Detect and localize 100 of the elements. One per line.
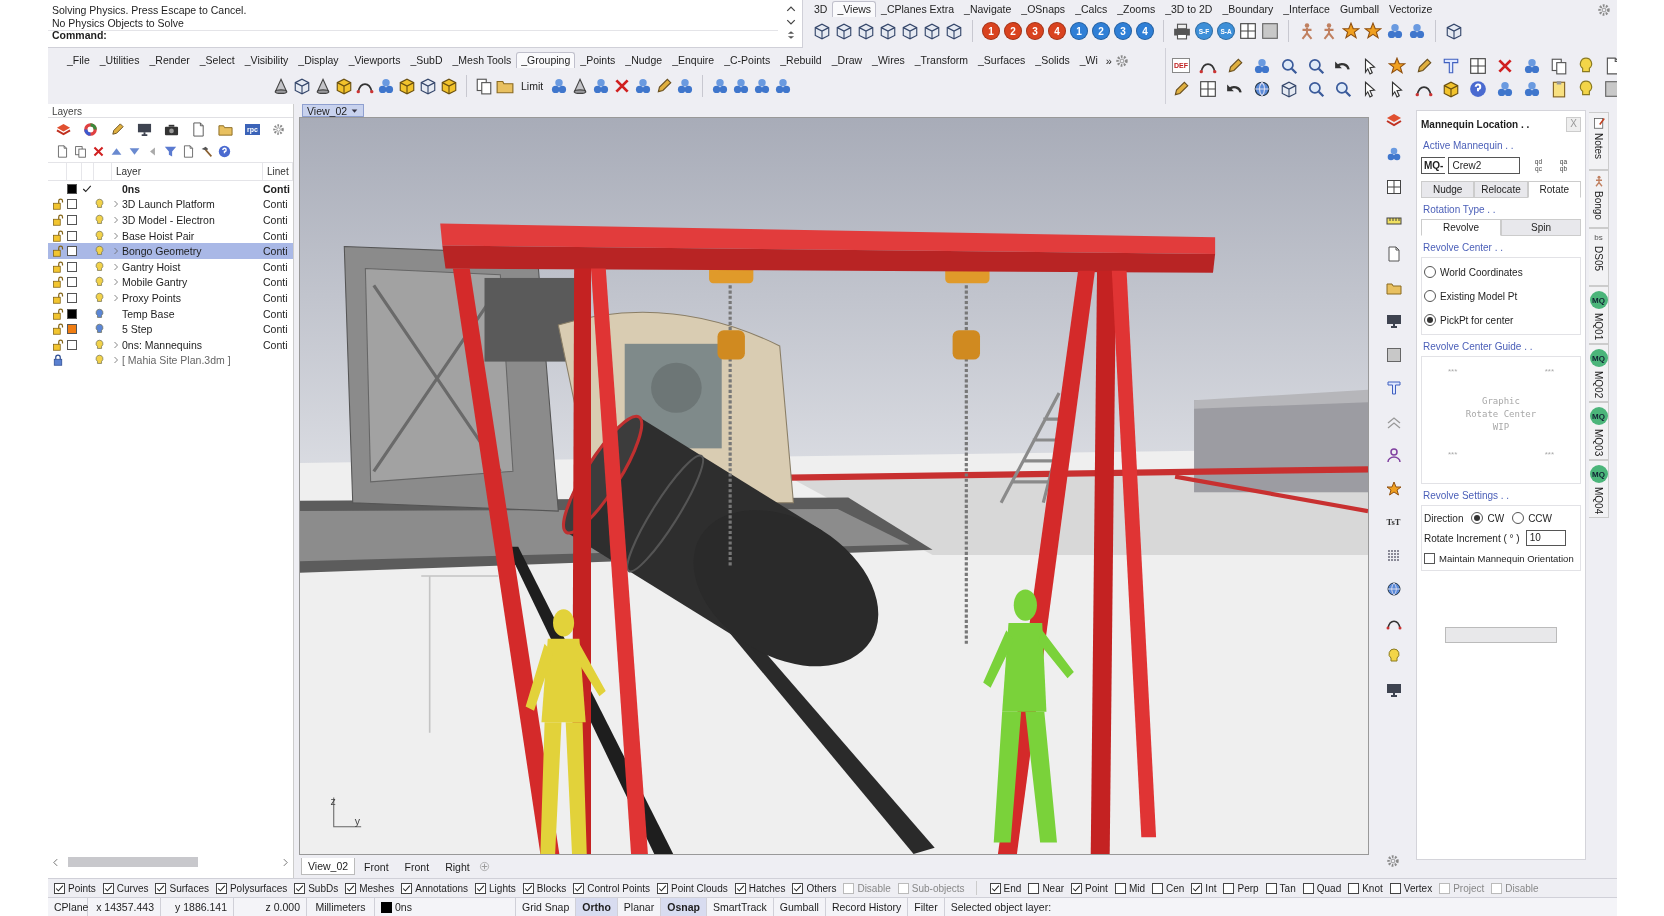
checkbox-label[interactable]: Hatches xyxy=(748,882,786,894)
scene-view[interactable]: z y xyxy=(300,118,1368,854)
delete-icon[interactable] xyxy=(92,144,105,158)
checkbox[interactable] xyxy=(1265,882,1277,894)
cube-icon[interactable] xyxy=(901,22,919,40)
mannequin-field[interactable]: Crew2 xyxy=(1448,156,1521,174)
bulb-icon[interactable] xyxy=(94,198,105,211)
checkbox[interactable] xyxy=(657,882,668,894)
padlock-icon[interactable] xyxy=(52,245,64,258)
spheres-icon[interactable] xyxy=(711,77,730,95)
spheres-icon[interactable] xyxy=(774,77,793,95)
spheres-icon[interactable] xyxy=(1523,56,1541,75)
status-toggle[interactable]: Gumball xyxy=(773,898,826,916)
spheres-icon[interactable] xyxy=(1253,56,1271,75)
text-icon[interactable] xyxy=(1385,380,1402,396)
checkbox-label[interactable]: Lights xyxy=(489,882,516,894)
toolbar-tab[interactable]: _Grouping xyxy=(516,52,576,68)
checkbox[interactable] xyxy=(155,882,167,894)
padlock-icon[interactable] xyxy=(52,307,64,320)
padlock-icon[interactable] xyxy=(52,323,64,336)
layers-icon[interactable] xyxy=(1385,112,1402,128)
pencil-icon[interactable] xyxy=(110,121,125,137)
layer-name[interactable]: 3D Launch Platform xyxy=(122,198,263,211)
toolbar-tab[interactable]: _Transform xyxy=(909,52,974,68)
radio-label[interactable]: CCW xyxy=(1528,512,1553,524)
toolbar-tab[interactable]: _SubD xyxy=(405,52,448,68)
limit-button[interactable]: Limit xyxy=(517,80,548,92)
cone-icon[interactable] xyxy=(314,77,332,95)
search-icon[interactable] xyxy=(1307,79,1325,98)
side-tab[interactable]: MQ MQ03 xyxy=(1589,402,1609,460)
bulb-icon[interactable] xyxy=(94,214,105,226)
copy-icon[interactable] xyxy=(1550,56,1568,75)
monitor-icon[interactable] xyxy=(1385,313,1402,329)
checkbox[interactable] xyxy=(1114,882,1126,894)
bulb-icon[interactable] xyxy=(1577,56,1595,75)
toolbar-tab[interactable]: _Calcs xyxy=(1070,1,1113,17)
view-button[interactable]: 3 xyxy=(1026,22,1044,40)
view-button[interactable]: 2 xyxy=(1092,22,1110,40)
monitor-icon[interactable] xyxy=(137,121,152,137)
color-swatch[interactable] xyxy=(67,246,77,257)
filter-icon[interactable] xyxy=(164,144,177,158)
checkbox-label[interactable]: Point Clouds xyxy=(671,882,728,894)
toolbar-tab[interactable]: _Visibility xyxy=(239,52,294,68)
toolbar-tab[interactable]: _OSnaps xyxy=(1016,1,1071,17)
command-prompt[interactable]: Command: xyxy=(52,29,772,42)
color-swatch[interactable] xyxy=(67,292,77,303)
layer-name[interactable]: 3D Model - Electron xyxy=(122,214,263,226)
toolbar-tab[interactable]: _Render xyxy=(144,52,195,68)
checkbox[interactable] xyxy=(1424,552,1435,564)
checkbox-label[interactable]: Surfaces xyxy=(169,882,209,894)
checkbox-label[interactable]: Quad xyxy=(1316,882,1342,894)
checkbox[interactable] xyxy=(1223,882,1235,894)
pencil-icon[interactable] xyxy=(1172,79,1190,98)
spheres-icon[interactable] xyxy=(753,77,772,95)
viewport-tab[interactable]: Front xyxy=(357,857,396,876)
layer-row[interactable]: Gantry Hoist Conti xyxy=(48,258,293,275)
padlock-icon[interactable] xyxy=(52,260,64,273)
checkbox-label[interactable]: Knot xyxy=(1362,882,1383,894)
grid-icon[interactable] xyxy=(1385,179,1402,195)
status-toggle[interactable]: Ortho xyxy=(576,898,618,916)
spheres-icon[interactable] xyxy=(1496,79,1514,98)
checkbox[interactable] xyxy=(1071,882,1083,894)
toolbar-tab[interactable]: _Draw xyxy=(826,52,868,68)
pencil-icon[interactable] xyxy=(655,77,674,95)
checkbox[interactable] xyxy=(1152,882,1163,894)
radio-label[interactable]: CW xyxy=(1487,512,1505,524)
checkbox-label[interactable]: Blocks xyxy=(536,882,567,894)
search-icon[interactable] xyxy=(1280,56,1298,75)
text-icon[interactable] xyxy=(1442,56,1460,75)
layer-row[interactable]: 0ns: Mannequins Conti xyxy=(48,336,293,353)
cplane-label[interactable]: CPlane xyxy=(48,898,88,916)
document-icon[interactable] xyxy=(1385,246,1402,262)
layer-row[interactable]: Bongo Geometry Conti xyxy=(48,243,293,259)
cube-icon[interactable] xyxy=(945,22,963,40)
bulb-icon[interactable] xyxy=(94,260,105,273)
layer-name[interactable]: 5 Step xyxy=(122,323,263,336)
view-button[interactable]: 1 xyxy=(982,22,1000,40)
toolbar-tab[interactable]: _C-Points xyxy=(719,52,776,68)
view-button[interactable]: 2 xyxy=(1004,22,1022,40)
side-tab[interactable]: MQ MQ01 xyxy=(1589,286,1609,344)
checkbox[interactable] xyxy=(1191,882,1203,894)
bars-icon[interactable] xyxy=(1385,547,1402,564)
increment-field[interactable]: 10 xyxy=(1525,530,1566,546)
grid-icon[interactable] xyxy=(1469,56,1487,75)
side-tab-label[interactable]: Notes xyxy=(1593,133,1604,160)
cone-icon[interactable] xyxy=(272,77,290,95)
scroll-down-icon[interactable] xyxy=(786,17,796,27)
side-tab-label[interactable]: Bongo xyxy=(1593,191,1604,220)
padlock-icon[interactable] xyxy=(52,198,64,211)
checkbox[interactable] xyxy=(54,882,65,894)
pencil-icon[interactable] xyxy=(1415,56,1433,75)
layer-name[interactable]: 0ns xyxy=(122,182,263,195)
radio-button[interactable] xyxy=(1424,290,1436,302)
layer-name[interactable]: Bongo Geometry xyxy=(122,245,263,258)
toolbar-tab[interactable]: Vectorize xyxy=(1384,1,1438,17)
settings-icon[interactable] xyxy=(1597,3,1611,17)
checkbox[interactable] xyxy=(522,882,534,894)
cube-icon[interactable] xyxy=(1280,79,1298,98)
color-swatch[interactable] xyxy=(67,261,77,272)
checkbox[interactable] xyxy=(345,882,357,894)
